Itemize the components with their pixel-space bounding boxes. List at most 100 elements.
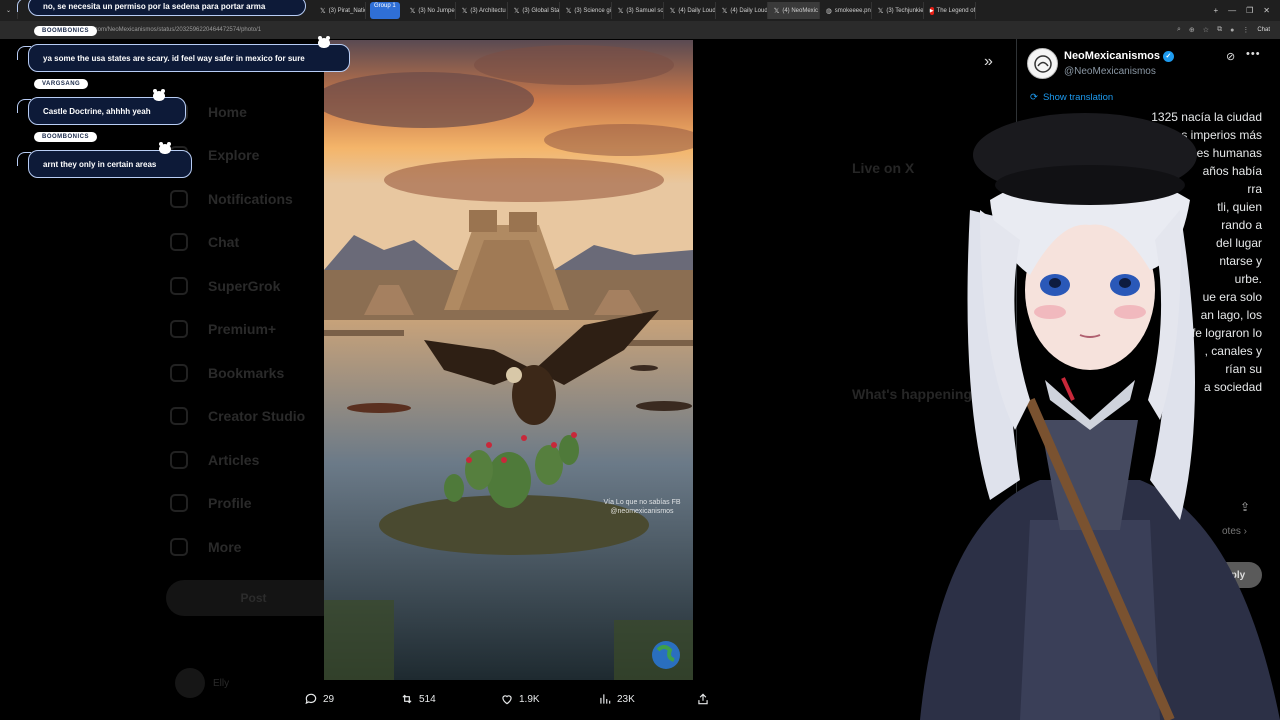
sidebar-item-chat[interactable]: Chat	[170, 221, 320, 265]
nav-icon	[170, 450, 188, 469]
tab-label: (3) Techjunkie	[886, 7, 924, 14]
x-icon: 𝕏	[669, 7, 676, 15]
sidebar-item-bookmarks[interactable]: Bookmarks	[170, 351, 320, 395]
chat-username: BOOMBONICS	[34, 132, 97, 142]
tab-list-button[interactable]: ⌄	[0, 2, 18, 19]
author-handle[interactable]: @NeoMexicanismos	[1064, 66, 1156, 77]
sidebar-item-notifications[interactable]: Notifications	[170, 177, 320, 221]
collapse-panel-icon[interactable]: »	[984, 53, 993, 71]
account-switcher[interactable]: Elly	[175, 668, 229, 698]
globe-icon: ◍	[825, 7, 832, 15]
chat-button[interactable]: Chat	[1257, 27, 1270, 33]
search-icon[interactable]: ⌕	[1177, 26, 1181, 34]
tab-label: (3) No Jumper	[418, 7, 456, 14]
x-icon: 𝕏	[513, 7, 520, 15]
tab-label: (3) Global Stati	[522, 7, 560, 14]
chat-message: no, se necesita un permiso por la sedena…	[28, 0, 306, 16]
close-icon[interactable]: ✕	[1263, 6, 1270, 15]
chat-message: ya some the usa states are scary. id fee…	[28, 44, 350, 72]
browser-tab[interactable]: 𝕏 (4) Daily Loud	[664, 2, 716, 19]
minimize-icon[interactable]: —	[1228, 6, 1236, 15]
browser-tab[interactable]: ▶ The Legend of	[924, 2, 976, 19]
sidebar-item-creator-studio[interactable]: Creator Studio	[170, 395, 320, 439]
grok-icon[interactable]: ⊘	[1226, 50, 1235, 63]
tab-label: The Legend of	[936, 7, 976, 14]
chat-username: VARGSANG	[34, 79, 89, 89]
author-name-text: NeoMexicanismos	[1064, 50, 1160, 62]
browser-tab[interactable]: 𝕏 (3) No Jumper	[404, 2, 456, 19]
heart-icon	[502, 695, 512, 705]
url-field[interactable]: x.com/NeoMexicanismos/status/20325962204…	[90, 27, 261, 33]
tab-label: smokeeee.png	[834, 7, 872, 14]
repost-count: 514	[419, 693, 436, 705]
chat-message-text: no, se necesita un permiso por la sedena…	[43, 1, 266, 11]
browser-tab[interactable]: 𝕏 (3) Techjunkie	[872, 2, 924, 19]
author-logo-icon	[1033, 54, 1052, 73]
post-button[interactable]: Post	[166, 580, 341, 616]
browser-tab[interactable]: 𝕏(3) Pirat_Nation	[314, 2, 366, 19]
bear-icon	[153, 89, 165, 101]
bear-icon	[159, 142, 171, 154]
nav-label: Chat	[208, 234, 240, 251]
youtube-icon: ▶	[929, 6, 934, 15]
share-button[interactable]	[696, 692, 710, 706]
zoom-icon[interactable]: ⊕	[1189, 26, 1195, 34]
photo-watermark: Vía Lo que no sabías FB @neomexicanismos	[592, 498, 692, 516]
profile-avatar[interactable]: ●	[1230, 27, 1234, 34]
repost-icon	[402, 694, 412, 704]
nav-icon	[170, 363, 188, 382]
author-name[interactable]: NeoMexicanismos ✓	[1064, 50, 1174, 62]
nav-icon	[170, 276, 188, 295]
sidebar-item-premium-[interactable]: Premium+	[170, 308, 320, 352]
tab-label: (3) Pirat_Nation	[328, 7, 365, 14]
author-avatar[interactable]	[1027, 48, 1058, 79]
sidebar-item-home[interactable]: Home	[170, 90, 320, 134]
sidebar-item-supergrok[interactable]: SuperGrok	[170, 264, 320, 308]
nav-label: Home	[208, 103, 247, 120]
account-name: Elly	[213, 677, 230, 689]
nav-icon	[170, 537, 188, 556]
nav-label: Creator Studio	[208, 408, 306, 425]
chat-message: Castle Doctrine, ahhhh yeah	[28, 97, 186, 125]
more-options-icon[interactable]: •••	[1246, 48, 1261, 60]
browser-tab[interactable]: 𝕏 (3) Architectu	[456, 2, 508, 19]
watermark-line2: @neomexicanismos	[610, 508, 674, 515]
views-count: 23K	[617, 693, 635, 705]
browser-tab[interactable]: 𝕏 (3) Global Stati	[508, 2, 560, 19]
sidebar-item-explore[interactable]: Explore	[170, 134, 320, 178]
browser-tab[interactable]: 𝕏 (4) NeoMexic	[767, 2, 820, 19]
x-icon: 𝕏	[721, 7, 728, 15]
repost-button[interactable]: 514	[400, 692, 436, 706]
restore-icon[interactable]: ❐	[1246, 6, 1253, 15]
chat-message-text: ya some the usa states are scary. id fee…	[43, 53, 305, 63]
verified-badge-icon: ✓	[1162, 50, 1174, 62]
like-button[interactable]: 1.9K	[500, 692, 540, 706]
x-icon: 𝕏	[617, 7, 624, 15]
views-button[interactable]: 23K	[598, 692, 635, 706]
menu-icon[interactable]: ⋮	[1242, 26, 1249, 34]
browser-tab[interactable]: ◍ smokeeee.png	[820, 2, 872, 19]
like-count: 1.9K	[519, 693, 540, 705]
x-icon: 𝕏	[877, 7, 884, 15]
star-icon[interactable]: ☆	[1203, 26, 1209, 34]
extensions-icon[interactable]: ⧉	[1217, 26, 1222, 34]
tweet-photo[interactable]	[324, 40, 693, 680]
sidebar-item-profile[interactable]: Profile	[170, 482, 320, 526]
chat-username: BOOMBONICS	[34, 26, 97, 36]
browser-tab[interactable]: 𝕏 (4) Daily Loud	[716, 2, 768, 19]
tab-label: (3) Science girl	[574, 7, 612, 14]
tab-label: (3) Samuel so	[626, 7, 664, 14]
avatar	[175, 668, 205, 698]
tab-label: (4) Daily Loud	[730, 7, 768, 14]
reply-button[interactable]: 29	[304, 692, 334, 706]
tabs-container: 𝕏(3) Pirat_NationGroup 1𝕏(3) No Jumper𝕏(…	[314, 2, 976, 19]
nav-icon	[170, 407, 188, 426]
sidebar-item-articles[interactable]: Articles	[170, 438, 320, 482]
nav-label: SuperGrok	[208, 277, 281, 294]
sidebar-item-more[interactable]: More	[170, 525, 320, 569]
browser-tab[interactable]: 𝕏 (3) Science girl	[560, 2, 612, 19]
browser-tab[interactable]: 𝕏 (3) Samuel so	[612, 2, 664, 19]
new-tab-button[interactable]: +	[1213, 6, 1218, 15]
tab-group-label[interactable]: Group 1	[370, 2, 400, 19]
tab-label: (4) Daily Loud	[678, 7, 716, 14]
